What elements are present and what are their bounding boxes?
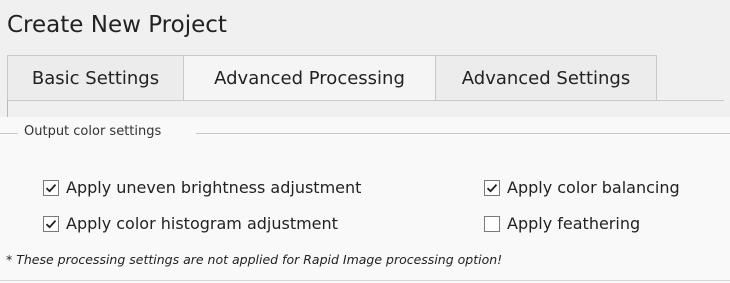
checkbox-color-balancing[interactable]: Apply color balancing: [484, 178, 680, 197]
checkbox-label: Apply color balancing: [507, 178, 680, 197]
checkbox-feathering[interactable]: Apply feathering: [484, 214, 640, 233]
checkbox-color-histogram[interactable]: Apply color histogram adjustment: [43, 214, 338, 233]
tab-basic-settings[interactable]: Basic Settings: [7, 55, 184, 101]
checkmark-icon: [486, 183, 498, 192]
checkbox-box[interactable]: [484, 215, 500, 232]
checkbox-box[interactable]: [43, 179, 59, 196]
checkbox-label: Apply feathering: [507, 214, 641, 233]
tab-bar: Basic Settings Advanced Processing Advan…: [7, 55, 724, 101]
checkmark-icon: [45, 183, 57, 192]
bottom-divider: [0, 280, 730, 281]
dialog-title: Create New Project: [7, 12, 227, 38]
tab-advanced-processing[interactable]: Advanced Processing: [183, 55, 436, 101]
panel-edge: [7, 100, 8, 118]
processing-note: * These processing settings are not appl…: [6, 252, 503, 267]
group-border-left: [0, 133, 18, 134]
group-border-right: [196, 133, 730, 134]
checkbox-box[interactable]: [43, 215, 59, 232]
checkbox-box[interactable]: [484, 179, 500, 196]
group-title: Output color settings: [24, 124, 162, 139]
checkbox-label: Apply uneven brightness adjustment: [66, 178, 362, 197]
checkbox-uneven-brightness[interactable]: Apply uneven brightness adjustment: [43, 178, 361, 197]
checkmark-icon: [45, 219, 57, 228]
tab-divider: [7, 100, 724, 101]
checkbox-label: Apply color histogram adjustment: [66, 214, 338, 233]
tab-advanced-settings[interactable]: Advanced Settings: [435, 55, 657, 101]
